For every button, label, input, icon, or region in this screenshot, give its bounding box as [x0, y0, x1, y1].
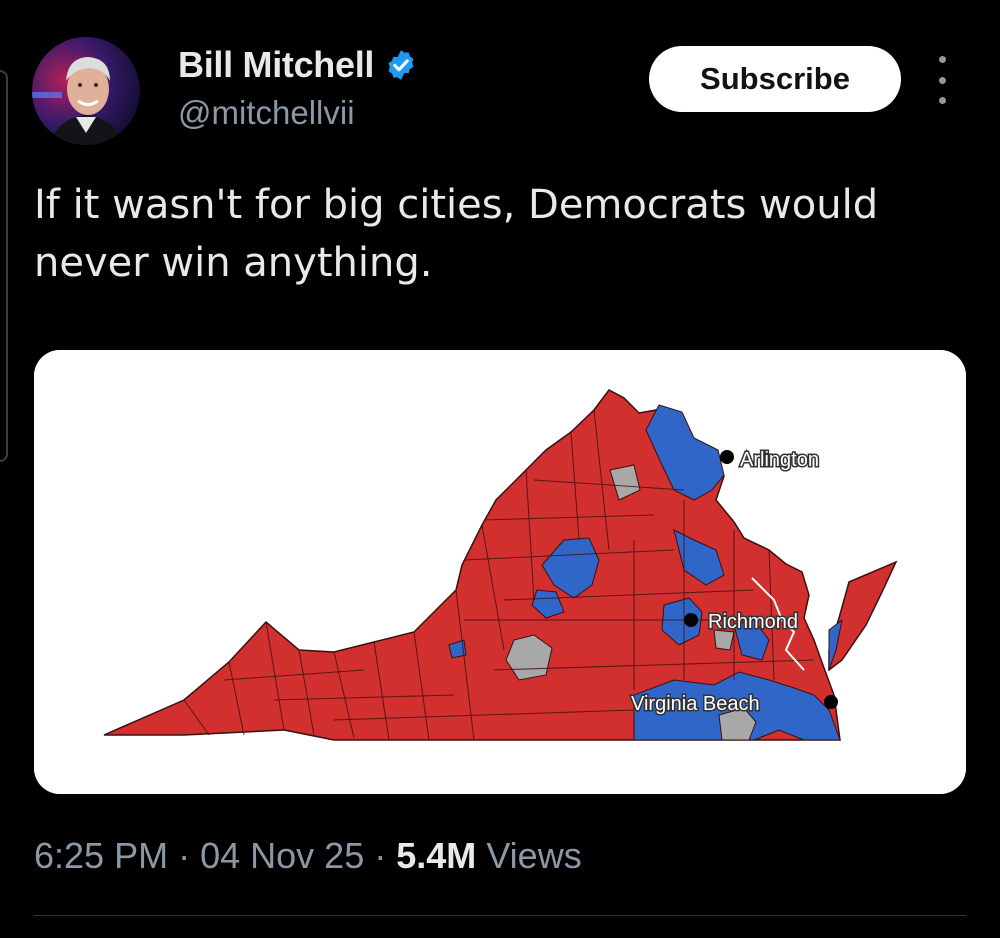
map-label-virginia-beach: Virginia Beach: [631, 693, 760, 715]
meta-separator: ·: [374, 835, 387, 876]
views-count[interactable]: 5.4M: [396, 835, 476, 876]
map-marker-virginia-beach: [824, 695, 838, 709]
map-marker-richmond: [684, 613, 698, 627]
author-name[interactable]: Bill Mitchell: [178, 44, 374, 86]
tweet-media-map[interactable]: Arlington Richmond Virginia Beach: [34, 350, 966, 794]
avatar[interactable]: [32, 37, 140, 145]
divider: [34, 915, 966, 916]
views-label: Views: [486, 835, 582, 876]
thread-connector: [0, 70, 8, 462]
map-label-richmond: Richmond: [708, 611, 798, 633]
subscribe-button[interactable]: Subscribe: [649, 46, 901, 112]
tweet-text: If it wasn't for big cities, Democrats w…: [34, 182, 879, 286]
author-handle[interactable]: @mitchellvii: [178, 94, 355, 132]
map-marker-arlington: [720, 450, 734, 464]
tweet-time[interactable]: 6:25 PM: [34, 835, 168, 876]
tweet-meta: 6:25 PM · 04 Nov 25 · 5.4M Views: [34, 835, 582, 877]
map-label-arlington: Arlington: [740, 449, 819, 471]
tweet-date[interactable]: 04 Nov 25: [200, 835, 364, 876]
verified-badge-icon: [388, 50, 414, 80]
more-options-icon[interactable]: [928, 56, 956, 104]
meta-separator: ·: [178, 835, 191, 876]
author-name-row[interactable]: Bill Mitchell: [178, 44, 418, 86]
